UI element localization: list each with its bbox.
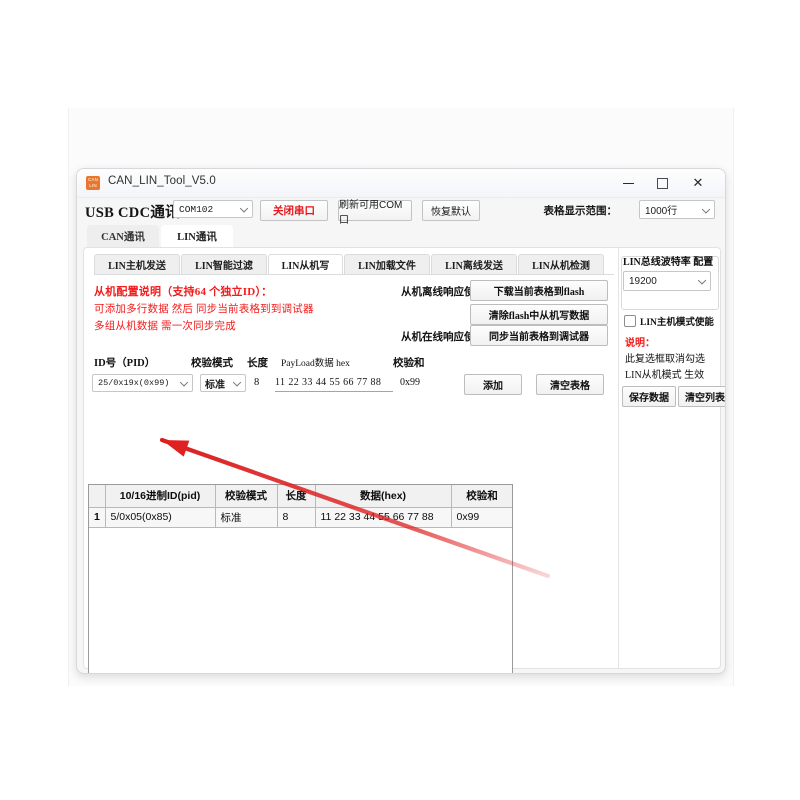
- slave-config-note-title: 从机配置说明（支持64 个独立ID）：: [94, 286, 273, 298]
- maximize-button[interactable]: [645, 169, 679, 197]
- clear-flash-slave-data-button[interactable]: 清除flash中从机写数据: [470, 304, 608, 325]
- chevron-down-icon: [701, 204, 711, 214]
- add-row-button[interactable]: 添加: [464, 374, 522, 395]
- sync-table-to-debugger-button[interactable]: 同步当前表格到调试器: [470, 325, 608, 346]
- close-port-button[interactable]: 关闭串口: [260, 200, 328, 221]
- app-icon: CAN LIN: [86, 176, 100, 190]
- chevron-down-icon: [179, 378, 189, 387]
- checksum-field-label: 校验和: [393, 358, 425, 369]
- clear-list-button[interactable]: 清空列表: [678, 386, 725, 407]
- table-range-label: 表格显示范围：: [543, 206, 618, 217]
- close-button[interactable]: ✕: [681, 169, 715, 197]
- subtab-lin-slave-detect[interactable]: LIN从机检测: [518, 254, 604, 274]
- payload-field-label: PayLoad数据 hex: [281, 359, 350, 369]
- refresh-com-button[interactable]: 刷新可用COM口: [338, 200, 412, 226]
- lin-master-mode-label: LIN主机模式使能: [640, 318, 714, 328]
- subtab-lin-offline-send[interactable]: LIN离线发送: [431, 254, 517, 274]
- row-number: 1: [89, 507, 106, 528]
- tab-lin-communication[interactable]: LIN通讯: [161, 225, 233, 247]
- chevron-down-icon: [232, 378, 242, 387]
- subtab-lin-load-file[interactable]: LIN加载文件: [344, 254, 430, 274]
- lin-master-mode-checkbox-row[interactable]: LIN主机模式使能: [624, 314, 714, 328]
- slave-data-table[interactable]: 10/16进制ID(pid) 校验模式 长度 数据(hex) 校验和 1 5/0…: [88, 484, 513, 673]
- screenshot-canvas: CAN LIN CAN_LIN_Tool_V5.0 ✕ USB CDC通讯： C…: [0, 0, 800, 800]
- chevron-down-icon: [239, 204, 249, 213]
- com-port-select[interactable]: COM102: [173, 200, 253, 218]
- restore-default-button[interactable]: 恢复默认: [422, 200, 480, 221]
- maximize-icon: [656, 177, 668, 189]
- minimize-icon: [622, 182, 634, 184]
- column-header-length[interactable]: 长度: [277, 485, 316, 508]
- column-header-checksum[interactable]: 校验和: [451, 485, 512, 508]
- slave-config-note-line2: 可添加多行数据 然后 同步当前表格到到调试器: [94, 304, 314, 315]
- com-port-value: COM102: [179, 203, 214, 215]
- app-window: CAN LIN CAN_LIN_Tool_V5.0 ✕ USB CDC通讯： C…: [76, 168, 726, 674]
- tab-can-communication[interactable]: CAN通讯: [87, 225, 159, 247]
- lin-config-panel: LIN总线波特率 配置 19200 LIN主机模式使能 说明： 此复选框取消勾选…: [618, 248, 721, 668]
- length-value: 8: [254, 377, 260, 388]
- table-grid: 10/16进制ID(pid) 校验模式 长度 数据(hex) 校验和 1 5/0…: [89, 485, 512, 528]
- slave-config-note-line3: 多组从机数据 需一次同步完成: [94, 321, 236, 332]
- connection-toolbar: USB CDC通讯： COM102 关闭串口 刷新可用COM口 恢复默认 表格显…: [77, 197, 725, 226]
- minimize-button[interactable]: [611, 169, 645, 197]
- baudrate-select[interactable]: 19200: [623, 271, 711, 291]
- id-pid-select[interactable]: 25/0x19x(0x99): [92, 374, 193, 392]
- column-header-data[interactable]: 数据(hex): [315, 485, 452, 508]
- cell-length[interactable]: 8: [277, 507, 316, 528]
- cell-id[interactable]: 5/0x05(0x85): [105, 507, 216, 528]
- check-mode-value: 标准: [205, 379, 225, 391]
- column-header-id[interactable]: 10/16进制ID(pid): [105, 485, 216, 508]
- config-note-line1: 此复选框取消勾选: [625, 354, 705, 365]
- clear-table-button[interactable]: 清空表格: [536, 374, 604, 395]
- baudrate-value: 19200: [629, 275, 657, 287]
- config-note-line2: LIN从机模式 生效: [625, 370, 705, 381]
- config-note-title: 说明：: [625, 338, 655, 349]
- title-bar: CAN LIN CAN_LIN_Tool_V5.0 ✕: [77, 169, 725, 198]
- cell-mode[interactable]: 标准: [215, 507, 278, 528]
- column-header-mode[interactable]: 校验模式: [215, 485, 278, 508]
- baudrate-title: LIN总线波特率 配置: [623, 257, 714, 268]
- table-range-select[interactable]: 1000行: [639, 200, 715, 219]
- chevron-down-icon: [697, 276, 707, 285]
- subtab-lin-smart-filter[interactable]: LIN智能过滤: [181, 254, 267, 274]
- length-field-label: 长度: [247, 358, 268, 369]
- cell-data[interactable]: 11 22 33 44 55 66 77 88: [315, 507, 452, 528]
- download-table-to-flash-button[interactable]: 下载当前表格到flash: [470, 280, 608, 301]
- lin-sub-tab-bar: LIN主机发送 LIN智能过滤 LIN从机写 LIN加载文件 LIN离线发送 L…: [94, 254, 614, 275]
- checkbox-icon[interactable]: [624, 315, 636, 327]
- payload-input[interactable]: 11 22 33 44 55 66 77 88: [275, 374, 393, 392]
- id-field-label: ID号（PID）: [94, 358, 156, 369]
- subtab-lin-master-send[interactable]: LIN主机发送: [94, 254, 180, 274]
- main-tab-bar: CAN通讯 LIN通讯: [77, 225, 725, 247]
- window-title: CAN_LIN_Tool_V5.0: [108, 175, 216, 187]
- checksum-value: 0x99: [400, 377, 420, 388]
- app-icon-text-bottom: LIN: [89, 183, 97, 188]
- table-range-value: 1000行: [645, 206, 678, 217]
- table-row[interactable]: 1 5/0x05(0x85) 标准 8 11 22 33 44 55 66 77…: [89, 507, 512, 528]
- mode-field-label: 校验模式: [191, 358, 233, 369]
- id-pid-value: 25/0x19x(0x99): [98, 378, 170, 388]
- lin-communication-panel: LIN主机发送 LIN智能过滤 LIN从机写 LIN加载文件 LIN离线发送 L…: [83, 247, 725, 673]
- table-header-row: 10/16进制ID(pid) 校验模式 长度 数据(hex) 校验和: [89, 485, 512, 508]
- save-data-button[interactable]: 保存数据: [622, 386, 676, 407]
- table-corner-cell: [89, 485, 106, 508]
- cell-checksum[interactable]: 0x99: [451, 507, 512, 528]
- subtab-lin-slave-write[interactable]: LIN从机写: [268, 254, 343, 274]
- check-mode-select[interactable]: 标准: [200, 374, 246, 392]
